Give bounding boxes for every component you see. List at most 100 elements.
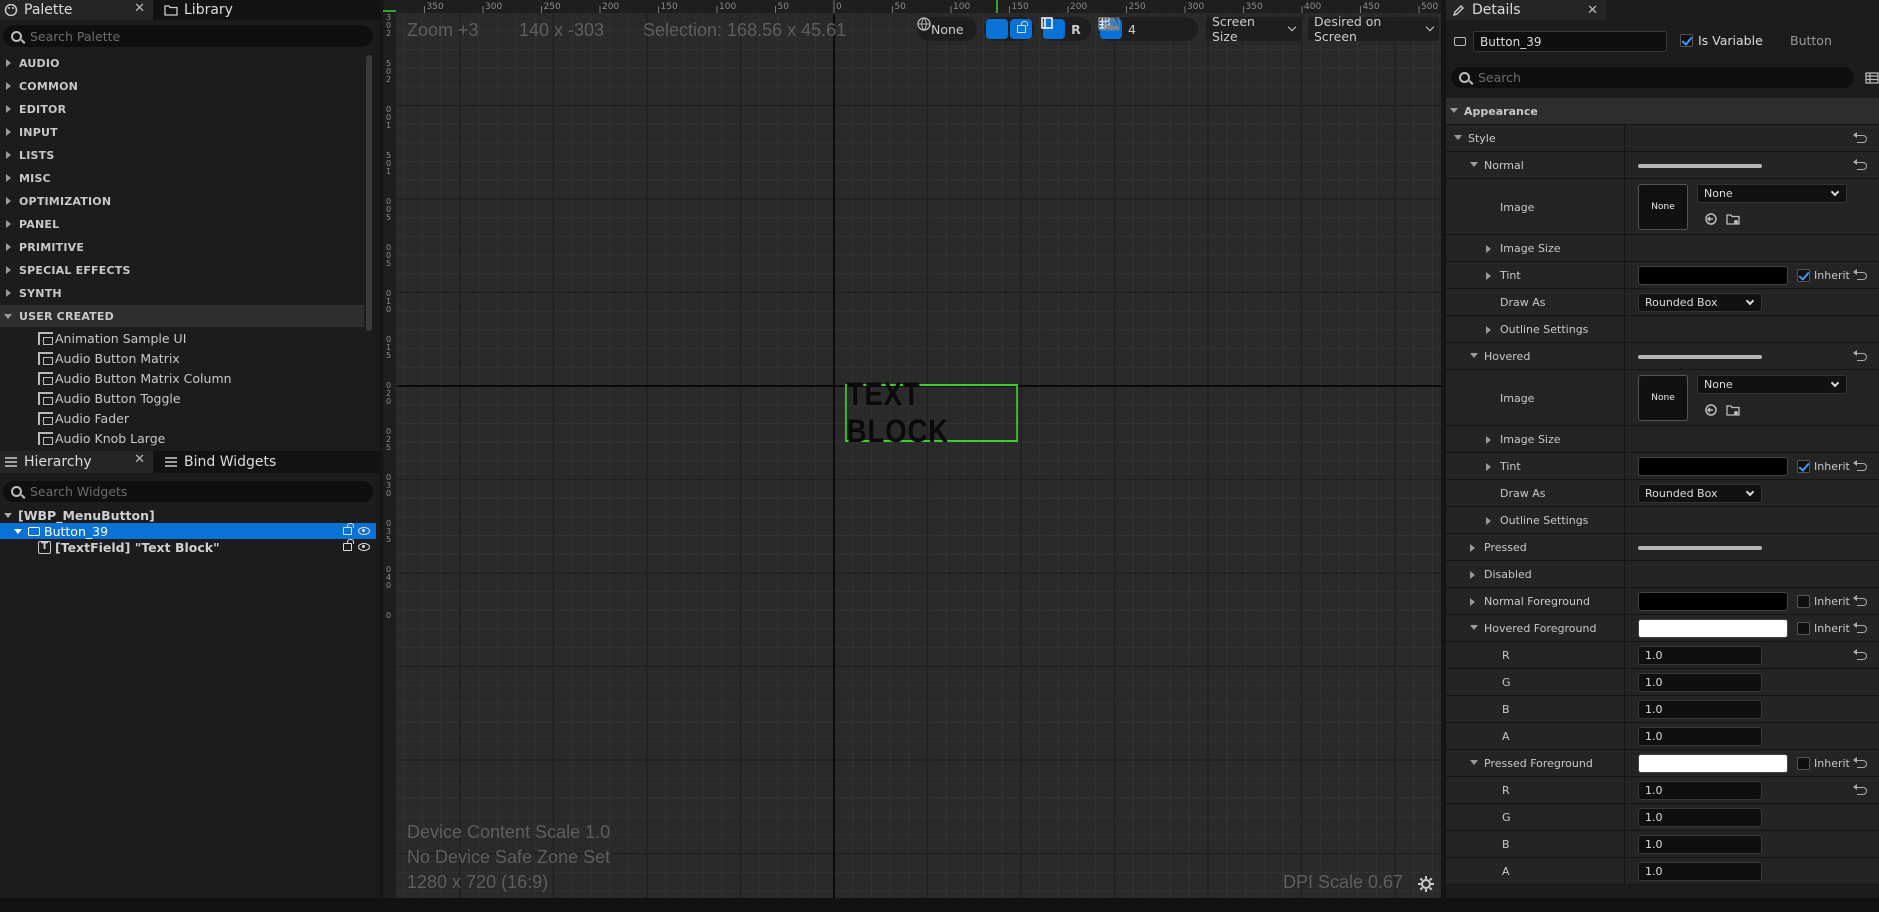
palette-scrollbar[interactable]	[366, 55, 372, 331]
hovered-fg-r-row[interactable]: R 1.0	[1446, 642, 1879, 669]
palette-item[interactable]: Audio Button Toggle	[38, 388, 181, 408]
chevron-down-icon[interactable]	[1450, 108, 1458, 113]
style-row[interactable]: Style	[1446, 125, 1879, 152]
palette-search-input[interactable]	[30, 28, 350, 44]
widget-name-field[interactable]: Button_39	[1473, 31, 1667, 52]
chevron-right-icon[interactable]	[1470, 598, 1475, 606]
column-splitter[interactable]	[1624, 507, 1625, 534]
inherit-checkbox[interactable]	[1797, 757, 1810, 770]
visibility-icon[interactable]	[358, 543, 370, 551]
color-swatch[interactable]	[1638, 754, 1788, 773]
text-block-widget[interactable]: TEXT BLOCK	[845, 376, 1018, 449]
hovered-fg-g-row[interactable]: G 1.0	[1446, 669, 1879, 696]
palette-category-common[interactable]: COMMON	[0, 75, 364, 97]
hovered-foreground-row[interactable]: Hovered Foreground Inherit	[1446, 615, 1879, 642]
hovered-tint-row[interactable]: Tint Inherit	[1446, 453, 1879, 480]
fill-mode-dropdown[interactable]: Desired on Screen	[1308, 14, 1439, 44]
pressed-fg-r-row[interactable]: R 1.0	[1446, 777, 1879, 804]
hierarchy-button-row[interactable]: Button_39	[0, 523, 376, 539]
column-splitter[interactable]	[1624, 534, 1625, 561]
normal-image-size-row[interactable]: Image Size	[1446, 235, 1879, 262]
column-splitter[interactable]	[1624, 777, 1625, 804]
numeric-field[interactable]: 1.0	[1638, 808, 1762, 827]
column-splitter[interactable]	[1624, 179, 1625, 235]
palette-item[interactable]: Audio Knob Large	[38, 428, 165, 448]
palette-category-optimization[interactable]: OPTIMIZATION	[0, 190, 364, 212]
image-thumbnail[interactable]: None	[1638, 184, 1688, 230]
normal-draw-as-row[interactable]: Draw As Rounded Box	[1446, 289, 1879, 316]
image-thumbnail[interactable]: None	[1638, 375, 1688, 421]
close-icon[interactable]: ✕	[134, 452, 145, 467]
hierarchy-search-input[interactable]	[30, 484, 350, 499]
pressed-fg-g-row[interactable]: G 1.0	[1446, 804, 1879, 831]
disabled-row[interactable]: Disabled	[1446, 561, 1879, 588]
details-search[interactable]	[1451, 67, 1854, 88]
chevron-right-icon[interactable]	[1486, 245, 1491, 253]
browse-folder-icon[interactable]	[1726, 212, 1740, 226]
reset-to-default-icon[interactable]	[1853, 622, 1867, 633]
column-splitter[interactable]	[1624, 831, 1625, 858]
color-swatch[interactable]	[1638, 457, 1788, 476]
lock-mode-button[interactable]	[1010, 19, 1032, 39]
use-selected-icon[interactable]	[1704, 403, 1718, 417]
column-splitter[interactable]	[1624, 370, 1625, 426]
tab-details[interactable]: Details ✕	[1446, 0, 1606, 20]
inherit-checkbox[interactable]	[1797, 595, 1810, 608]
numeric-field[interactable]: 1.0	[1638, 646, 1762, 665]
is-variable-checkbox[interactable]	[1680, 34, 1693, 47]
chevron-down-icon[interactable]	[1470, 760, 1478, 765]
color-swatch[interactable]	[1638, 619, 1788, 638]
column-splitter[interactable]	[1624, 152, 1625, 179]
hovered-draw-as-row[interactable]: Draw As Rounded Box	[1446, 480, 1879, 507]
palette-category-synth[interactable]: SYNTH	[0, 282, 364, 304]
designer-viewport[interactable]: 350 300 250 200 150 100 50 0 50 100 150 200 250 300 35…	[383, 0, 1441, 898]
hovered-image-size-row[interactable]: Image Size	[1446, 426, 1879, 453]
palette-item[interactable]: Audio Button Matrix	[38, 348, 180, 368]
color-swatch[interactable]	[1638, 592, 1788, 611]
palette-search[interactable]	[3, 25, 373, 47]
table-view-icon[interactable]	[1865, 72, 1879, 84]
palette-item[interactable]: Audio Fader	[38, 408, 129, 428]
palette-category-user-created[interactable]: USER CREATED	[0, 305, 364, 327]
layout-button[interactable]	[1041, 17, 1065, 39]
details-search-input[interactable]	[1478, 70, 1818, 85]
reset-to-default-icon[interactable]	[1853, 159, 1867, 170]
reset-to-default-icon[interactable]	[1853, 350, 1867, 361]
reset-to-default-icon[interactable]	[1853, 757, 1867, 768]
palette-item[interactable]: Audio Button Matrix Column	[38, 368, 232, 388]
column-splitter[interactable]	[1624, 426, 1625, 453]
column-splitter[interactable]	[1624, 262, 1625, 289]
chevron-down-icon[interactable]	[1470, 353, 1478, 358]
column-splitter[interactable]	[1624, 804, 1625, 831]
inherit-checkbox[interactable]	[1797, 622, 1810, 635]
pressed-foreground-row[interactable]: Pressed Foreground Inherit	[1446, 750, 1879, 777]
tab-hierarchy[interactable]: Hierarchy ✕	[0, 451, 153, 473]
draw-as-dropdown[interactable]: Rounded Box	[1638, 293, 1762, 312]
normal-image-row[interactable]: Image None None	[1446, 179, 1879, 235]
column-splitter[interactable]	[1624, 669, 1625, 696]
column-splitter[interactable]	[1624, 453, 1625, 480]
column-splitter[interactable]	[1624, 750, 1625, 777]
hierarchy-search[interactable]	[3, 481, 373, 502]
close-icon[interactable]: ✕	[134, 1, 145, 16]
reset-to-default-icon[interactable]	[1853, 132, 1867, 143]
draw-as-dropdown[interactable]: Rounded Box	[1638, 484, 1762, 503]
expand-icon[interactable]	[4, 512, 12, 518]
normal-foreground-row[interactable]: Normal Foreground Inherit	[1446, 588, 1879, 615]
appearance-section[interactable]: Appearance	[1446, 98, 1879, 125]
numeric-field[interactable]: 1.0	[1638, 862, 1762, 881]
column-splitter[interactable]	[1624, 316, 1625, 343]
numeric-field[interactable]: 1.0	[1638, 727, 1762, 746]
column-splitter[interactable]	[1624, 723, 1625, 750]
select-mode-button[interactable]	[986, 19, 1008, 39]
chevron-right-icon[interactable]	[1486, 326, 1491, 334]
palette-category-audio[interactable]: AUDIO	[0, 52, 364, 74]
browse-folder-icon[interactable]	[1726, 403, 1740, 417]
pressed-fg-a-row[interactable]: A 1.0	[1446, 858, 1879, 885]
column-splitter[interactable]	[1624, 235, 1625, 262]
lock-icon[interactable]	[343, 539, 354, 551]
palette-category-input[interactable]: INPUT	[0, 121, 364, 143]
grid-snap-value[interactable]: 4	[1128, 22, 1136, 37]
chevron-right-icon[interactable]	[1486, 272, 1491, 280]
reset-to-default-icon[interactable]	[1853, 460, 1867, 471]
